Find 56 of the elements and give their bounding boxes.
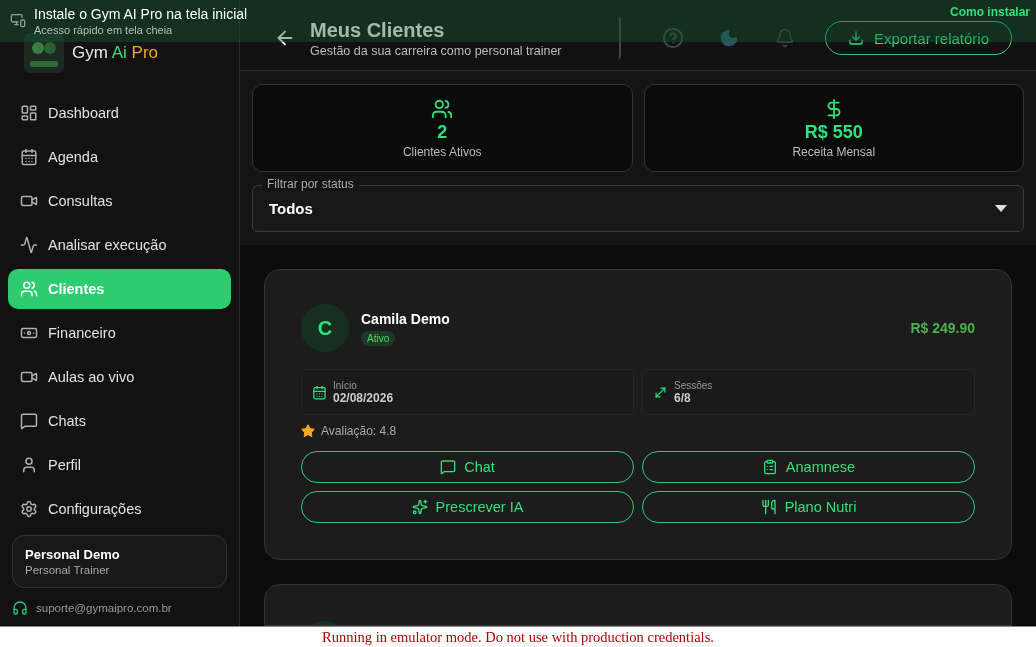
sparkles-icon (411, 499, 428, 515)
sidebar-item[interactable]: Agenda (8, 137, 231, 177)
clipboard-icon (761, 459, 778, 475)
moon-icon[interactable] (718, 28, 739, 48)
logo-icon (24, 32, 64, 73)
detail-value: 02/08/2026 (333, 390, 394, 405)
client-price: R$ 249.90 (910, 320, 975, 336)
support-email[interactable]: suporte@gymaipro.com.br (36, 602, 172, 614)
banner-subtitle: Acesso rápido em tela cheia (34, 24, 173, 36)
banner-title: Instale o Gym AI Pro na tela inicial (34, 6, 248, 22)
user-name: Personal Demo (25, 547, 121, 562)
user-role: Personal Trainer (25, 564, 111, 576)
chat-icon (440, 459, 457, 475)
sidebar-item[interactable]: Aulas ao vivo (8, 357, 231, 397)
person-icon (20, 456, 38, 474)
calendar-icon (20, 148, 38, 166)
sidebar-item[interactable]: Consultas (8, 181, 231, 221)
people-icon (20, 280, 38, 298)
stat-value: R$ 550 (804, 121, 863, 143)
arrows-icon (653, 384, 668, 400)
download-icon (847, 30, 864, 46)
star-icon (301, 424, 315, 438)
sidebar-item[interactable]: Configurações (8, 489, 231, 529)
detail-label: Início (333, 379, 358, 391)
detail-value: 6/8 (674, 390, 692, 405)
stat-value: 2 (437, 121, 448, 143)
stat-label: Receita Mensal (792, 144, 876, 159)
dropdown-caret-icon (995, 205, 1007, 212)
headset-icon (12, 600, 28, 616)
sidebar-item[interactable]: Dashboard (8, 93, 231, 133)
calendar-icon (312, 384, 327, 400)
sidebar-item[interactable]: Chats (8, 401, 231, 441)
help-icon[interactable] (661, 27, 684, 49)
brand-name: Gym Ai Pro (72, 42, 158, 63)
user-card[interactable]: Personal Demo Personal Trainer (12, 535, 227, 588)
status-badge: Ativo (361, 330, 396, 346)
chat-icon (20, 412, 38, 430)
settings-icon (20, 500, 38, 518)
avatar: C (301, 304, 349, 352)
utensils-icon (760, 499, 777, 515)
install-icon (10, 12, 26, 28)
sidebar-item[interactable]: Perfil (8, 445, 231, 485)
bell-icon[interactable] (774, 28, 795, 48)
sidebar-item[interactable]: Analisar execução (8, 225, 231, 265)
field-label: Filtrar por status (262, 177, 359, 191)
people-icon (431, 97, 454, 120)
stat-label: Clientes Ativos (402, 144, 482, 159)
grid-icon (20, 104, 38, 122)
detail-label: Sessões (674, 379, 713, 391)
install-link[interactable]: Como instalar (950, 5, 1030, 19)
client-name: Camila Demo (361, 310, 450, 327)
sidebar-item[interactable]: Financeiro (8, 313, 231, 353)
page-title: Meus Clientes (310, 18, 446, 42)
emulator-notice: Running in emulator mode. Do not use with production credentials. (322, 628, 714, 646)
page-subtitle: Gestão da sua carreira como personal trainer (310, 43, 563, 58)
rating-text: Avaliação: 4.8 (321, 424, 397, 438)
